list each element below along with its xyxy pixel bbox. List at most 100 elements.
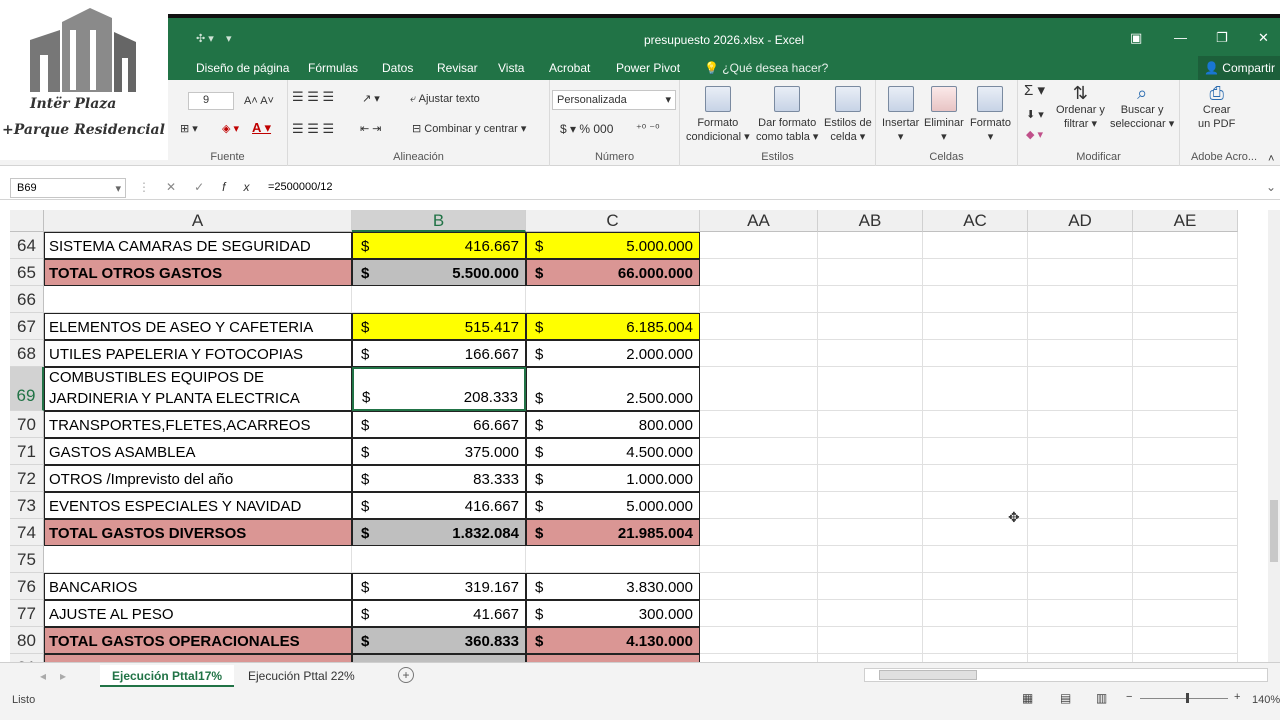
normal-view-icon[interactable]: ▦ [1022, 691, 1033, 705]
cell-a[interactable] [44, 546, 352, 573]
font-size-select[interactable]: 9 [188, 92, 234, 110]
row-header[interactable]: 64 [10, 232, 44, 259]
cell-styles-button[interactable]: Estilos de celda ▾ [824, 86, 872, 144]
zoom-level[interactable]: 140% [1252, 694, 1280, 706]
collapse-ribbon-icon[interactable]: ˄ [1268, 152, 1274, 166]
borders-icon[interactable]: ⊞ ▾ [180, 122, 198, 136]
cell-empty[interactable] [1133, 654, 1238, 662]
cell-empty[interactable] [1133, 367, 1238, 411]
ribbon-tab-0[interactable]: Diseño de página [196, 61, 289, 75]
cell-empty[interactable] [700, 411, 818, 438]
cell-c[interactable] [526, 286, 700, 313]
column-header-ae[interactable]: AE [1133, 210, 1238, 232]
cell-empty[interactable] [700, 340, 818, 367]
cell-empty[interactable] [700, 519, 818, 546]
cell-empty[interactable] [1133, 411, 1238, 438]
cell-empty[interactable] [923, 600, 1028, 627]
row-header[interactable]: 76 [10, 573, 44, 600]
column-header-a[interactable]: A [44, 210, 352, 232]
column-header-b[interactable]: B [352, 210, 526, 232]
cell-empty[interactable] [1028, 259, 1133, 286]
cell-empty[interactable] [923, 340, 1028, 367]
cell-empty[interactable] [818, 627, 923, 654]
cell-a[interactable]: OTROS /Imprevisto del año [44, 465, 352, 492]
cell-c[interactable]: $800.000 [526, 411, 700, 438]
cell-c[interactable]: $2.000.000 [526, 340, 700, 367]
column-header-aa[interactable]: AA [700, 210, 818, 232]
cell-empty[interactable] [1028, 340, 1133, 367]
indent-icon[interactable]: ⇤ ⇥ [360, 122, 382, 136]
cell-empty[interactable] [700, 259, 818, 286]
cell-empty[interactable] [1028, 573, 1133, 600]
page-layout-view-icon[interactable]: ▤ [1060, 691, 1071, 705]
find-select-button[interactable]: ⌕ Buscar y seleccionar ▾ [1110, 84, 1174, 131]
cell-empty[interactable] [818, 313, 923, 340]
cell-empty[interactable] [1133, 546, 1238, 573]
cell-empty[interactable] [818, 259, 923, 286]
cell-empty[interactable] [818, 654, 923, 662]
align-top-icon[interactable]: ☰ ☰ ☰ [292, 90, 334, 104]
cell-a[interactable]: TOTAL GASTOS OPERACIONALES [44, 627, 352, 654]
cell-empty[interactable] [923, 286, 1028, 313]
cell-b[interactable]: $208.333 [352, 367, 526, 411]
row-header[interactable]: 81 [10, 654, 44, 662]
create-pdf-button[interactable]: ⎙ Crear un PDF [1198, 84, 1235, 131]
row-header[interactable]: 67 [10, 313, 44, 340]
cell-empty[interactable] [700, 654, 818, 662]
row-header[interactable]: 66 [10, 286, 44, 313]
cell-empty[interactable] [923, 367, 1028, 411]
cell-a[interactable]: TOTAL GASTOS DIVERSOS [44, 519, 352, 546]
align-left-icon[interactable]: ☰ ☰ ☰ [292, 122, 334, 136]
cell-empty[interactable] [1133, 465, 1238, 492]
cell-empty[interactable] [1028, 519, 1133, 546]
cell-a[interactable]: TRANSPORTES,FLETES,ACARREOS [44, 411, 352, 438]
cell-empty[interactable] [923, 232, 1028, 259]
cell-empty[interactable] [818, 573, 923, 600]
sheet-tab-1[interactable]: Ejecución Pttal 22% [236, 665, 367, 687]
cell-empty[interactable] [818, 600, 923, 627]
cell-empty[interactable] [818, 438, 923, 465]
row-header[interactable]: 68 [10, 340, 44, 367]
zoom-out-icon[interactable]: − [1126, 691, 1132, 703]
tell-me-input[interactable]: 💡 ¿Qué desea hacer? [704, 61, 828, 75]
cell-a[interactable]: UTILES PAPELERIA Y FOTOCOPIAS [44, 340, 352, 367]
ribbon-tab-4[interactable]: Vista [498, 61, 524, 75]
cell-empty[interactable] [1028, 313, 1133, 340]
cell-empty[interactable] [1028, 627, 1133, 654]
ribbon-tab-3[interactable]: Revisar [437, 61, 478, 75]
row-header[interactable]: 72 [10, 465, 44, 492]
number-format-select[interactable]: Personalizada ▾ [552, 90, 676, 110]
cell-empty[interactable] [818, 492, 923, 519]
cell-b[interactable] [352, 286, 526, 313]
format-button[interactable]: Formato ▾ [970, 86, 1011, 144]
cell-empty[interactable] [1133, 573, 1238, 600]
cell-empty[interactable] [1133, 286, 1238, 313]
close-icon[interactable]: ✕ [1258, 30, 1269, 46]
cell-c[interactable]: $21.985.004 [526, 519, 700, 546]
cell-empty[interactable] [818, 286, 923, 313]
row-header[interactable]: 74 [10, 519, 44, 546]
cell-empty[interactable] [700, 627, 818, 654]
cell-c[interactable]: $4.500.000 [526, 438, 700, 465]
sheet-nav-left-icon[interactable]: ◂ [40, 669, 46, 683]
cell-empty[interactable] [1133, 519, 1238, 546]
cell-a[interactable]: BANCARIOS [44, 573, 352, 600]
column-header-ad[interactable]: AD [1028, 210, 1133, 232]
cell-empty[interactable] [700, 438, 818, 465]
cell-empty[interactable] [1028, 654, 1133, 662]
sort-filter-button[interactable]: ⇅ Ordenar y filtrar ▾ [1056, 84, 1105, 131]
name-box[interactable]: B69 ▾ [10, 178, 126, 198]
cell-empty[interactable] [1133, 492, 1238, 519]
cell-empty[interactable] [1133, 259, 1238, 286]
cell-empty[interactable] [700, 465, 818, 492]
row-header[interactable]: 75 [10, 546, 44, 573]
cell-empty[interactable] [700, 367, 818, 411]
cell-empty[interactable] [700, 313, 818, 340]
row-header[interactable]: 73 [10, 492, 44, 519]
sheet-tab-0[interactable]: Ejecución Pttal17% [100, 665, 235, 687]
row-header[interactable]: 77 [10, 600, 44, 627]
insert-button[interactable]: Insertar ▾ [882, 86, 919, 144]
table-format-button[interactable]: Dar formato como tabla ▾ [756, 86, 818, 144]
cell-empty[interactable] [923, 546, 1028, 573]
horizontal-scroll-thumb[interactable] [879, 670, 977, 680]
